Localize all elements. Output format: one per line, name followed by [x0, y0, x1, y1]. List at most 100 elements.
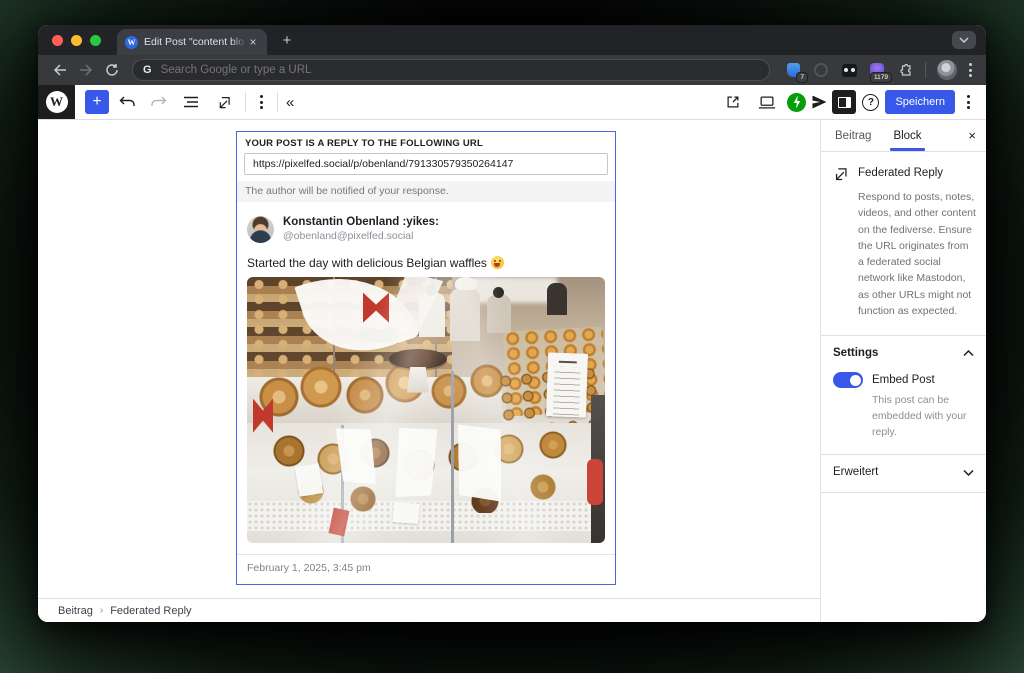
face-savoring-food-emoji	[491, 256, 504, 269]
redo-icon	[150, 95, 168, 109]
block-description: Respond to posts, notes, videos, and oth…	[858, 189, 976, 319]
block-options-button[interactable]	[254, 95, 269, 109]
chrome-menu-button[interactable]	[963, 63, 978, 77]
editor-content: YOUR POST IS A REPLY TO THE FOLLOWING UR…	[38, 120, 986, 622]
new-tab-button[interactable]: +	[277, 30, 297, 50]
extension-blue-button[interactable]: 7	[782, 59, 804, 81]
reply-url-input[interactable]	[244, 153, 608, 175]
breadcrumb-current[interactable]: Federated Reply	[110, 605, 191, 617]
advanced-panel: Erweitert	[821, 455, 986, 493]
tab-block[interactable]: Block	[893, 120, 921, 151]
browser-window: W Edit Post "content block" ‹ ob × + G 7	[38, 25, 986, 622]
back-icon	[53, 64, 67, 76]
breadcrumb: Beitrag › Federated Reply	[38, 598, 820, 622]
editor-header: W + «	[38, 85, 986, 120]
chevron-down-icon	[963, 469, 974, 476]
tab-post[interactable]: Beitrag	[835, 120, 871, 151]
close-window-button[interactable]	[52, 35, 63, 46]
list-view-icon	[183, 95, 199, 109]
extension-badge: 1179	[870, 72, 892, 83]
extension-dimmed-button[interactable]	[810, 59, 832, 81]
settings-sidebar-toggle[interactable]	[832, 90, 856, 114]
reply-url-label: YOUR POST IS A REPLY TO THE FOLLOWING UR…	[237, 132, 615, 152]
minimize-window-button[interactable]	[71, 35, 82, 46]
back-button[interactable]	[48, 58, 72, 82]
sidebar-panel-icon	[838, 97, 851, 108]
extension-purple-button[interactable]: 1179	[866, 59, 888, 81]
wp-admin-button[interactable]: W	[38, 85, 75, 119]
block-info-card: Federated Reply Respond to posts, notes,…	[821, 152, 986, 336]
extensions-menu-button[interactable]	[894, 59, 916, 81]
tab-search-chevron-button[interactable]	[952, 31, 976, 49]
post-text: Started the day with delicious Belgian w…	[247, 256, 605, 270]
browser-toolbar: G 7 1179	[38, 55, 986, 85]
forward-button[interactable]	[74, 58, 98, 82]
notify-help-text: The author will be notified of your resp…	[237, 181, 615, 202]
advanced-panel-header[interactable]: Erweitert	[833, 466, 974, 478]
reload-button[interactable]	[100, 58, 124, 82]
view-post-button[interactable]	[719, 88, 747, 116]
advanced-panel-title: Erweitert	[833, 466, 878, 478]
list-view-button[interactable]	[177, 88, 205, 116]
dimmed-extension-icon	[814, 63, 828, 77]
redo-button[interactable]	[145, 88, 173, 116]
federated-reply-icon	[831, 165, 849, 182]
extension-mask-button[interactable]	[838, 59, 860, 81]
traffic-lights	[38, 35, 111, 46]
save-button[interactable]: Speichern	[885, 90, 955, 114]
photo-shape	[247, 277, 605, 543]
help-button[interactable]: ?	[862, 94, 879, 111]
federated-reply-icon	[215, 94, 232, 110]
block-title: Federated Reply	[858, 165, 943, 179]
settings-panel-header[interactable]: Settings	[833, 347, 974, 359]
wordpress-favicon: W	[125, 36, 138, 49]
embedded-post-header: Konstantin Obenland :yikes: @obenland@pi…	[247, 215, 605, 244]
maximize-window-button[interactable]	[90, 35, 101, 46]
editor-tools: + «	[75, 85, 293, 119]
tab-title: Edit Post "content block" ‹ ob	[144, 36, 244, 48]
wordpress-logo-icon: W	[46, 91, 68, 113]
tab-close-icon[interactable]: ×	[246, 35, 260, 49]
reply-block-indicator-button[interactable]	[209, 88, 237, 116]
extensions-puzzle-icon	[898, 63, 913, 78]
settings-panel: Settings Embed Post This post can be emb…	[821, 336, 986, 455]
external-link-icon	[725, 94, 741, 110]
editor-options-button[interactable]	[961, 95, 976, 109]
toolbar-divider	[925, 62, 926, 78]
extension-badge: 7	[796, 72, 808, 83]
author-handle: @obenland@pixelfed.social	[283, 230, 439, 244]
toolbar-divider	[277, 92, 278, 112]
browser-tab[interactable]: W Edit Post "content block" ‹ ob ×	[117, 29, 267, 55]
embed-post-label: Embed Post	[872, 374, 935, 386]
profile-avatar[interactable]	[937, 60, 957, 80]
chevron-down-icon	[959, 37, 969, 43]
embed-post-help: This post can be embedded with your repl…	[872, 393, 974, 440]
breadcrumb-separator-icon: ›	[100, 605, 103, 616]
editor-canvas[interactable]: YOUR POST IS A REPLY TO THE FOLLOWING UR…	[38, 120, 820, 598]
editor-canvas-column: YOUR POST IS A REPLY TO THE FOLLOWING UR…	[38, 120, 820, 622]
settings-sidebar: Beitrag Block × Federated Reply Respond …	[820, 120, 986, 622]
federated-reply-block[interactable]: YOUR POST IS A REPLY TO THE FOLLOWING UR…	[236, 131, 616, 585]
forward-icon	[79, 64, 93, 76]
chevron-up-icon	[963, 350, 974, 357]
block-inserter-button[interactable]: +	[85, 90, 109, 114]
undo-button[interactable]	[113, 88, 141, 116]
settings-panel-title: Settings	[833, 347, 878, 359]
breadcrumb-root[interactable]: Beitrag	[58, 605, 93, 617]
collapse-toolbar-button[interactable]: «	[286, 94, 293, 111]
send-publicize-icon[interactable]	[812, 96, 826, 109]
post-photo	[247, 277, 605, 543]
close-sidebar-button[interactable]: ×	[968, 120, 976, 151]
mask-extension-icon	[842, 64, 857, 77]
tab-title-fade	[231, 29, 247, 55]
preview-button[interactable]	[753, 88, 781, 116]
embed-post-toggle[interactable]	[833, 372, 863, 388]
post-timestamp: February 1, 2025, 3:45 pm	[237, 554, 615, 584]
sidebar-tabs: Beitrag Block ×	[821, 120, 986, 152]
jetpack-icon[interactable]	[787, 93, 806, 112]
address-bar[interactable]: G	[132, 59, 770, 81]
reload-icon	[105, 63, 119, 77]
author-name: Konstantin Obenland :yikes:	[283, 215, 439, 230]
author-avatar	[247, 216, 274, 243]
address-input[interactable]	[161, 64, 759, 76]
